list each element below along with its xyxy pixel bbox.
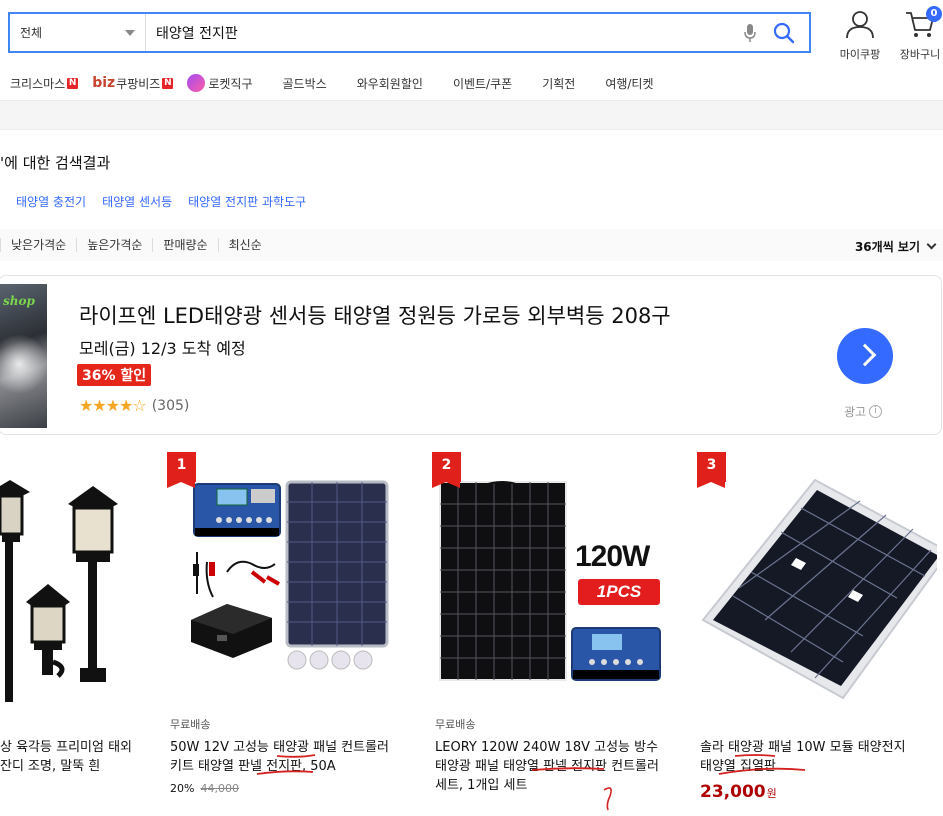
power-label: 120W xyxy=(575,540,650,573)
nav-item-events[interactable]: 이벤트/쿠폰 xyxy=(453,75,512,92)
sort-sales[interactable]: 판매량순 xyxy=(152,238,217,252)
rocket-icon xyxy=(187,74,206,92)
original-price: 44,000 xyxy=(200,782,239,795)
ad-label-text: 광고 xyxy=(844,405,867,419)
chevron-down-icon xyxy=(125,29,135,36)
product-price: 23,000원 xyxy=(700,782,777,802)
nav-item-label: 이벤트/쿠폰 xyxy=(452,76,513,91)
star-rating-icon: ★★★★☆ xyxy=(79,396,147,415)
product-image[interactable]: 120W 1PCS xyxy=(432,452,672,702)
nav-item-label: 여행/티켓 xyxy=(605,76,654,91)
sort-bar: 낮은가격순 높은가격순 판매량순 최신순 36개씩 보기 xyxy=(0,229,943,261)
nav-item-wow-discount[interactable]: 와우회원할인 xyxy=(357,75,423,92)
ad-label: 광고 i xyxy=(844,403,883,420)
free-shipping-label: 무료배송 xyxy=(170,718,211,731)
nav-item-label: 쿠팡비즈 xyxy=(116,76,161,91)
sort-low-price[interactable]: 낮은가격순 xyxy=(0,238,76,252)
ad-delivery: 모레(금) 12/3 도착 예정 xyxy=(79,339,246,358)
new-badge: N xyxy=(67,77,79,89)
product-card[interactable]: 3 솔라 태양광 패널 10W 모듈 태양전지 태양열 집열판 23,000원 xyxy=(697,452,943,816)
related-searches: 태양열 충전기 태양열 센서등 태양열 전지판 과학도구 xyxy=(16,193,322,210)
pcs-badge: 1PCS xyxy=(578,579,660,605)
category-select-value: 전체 xyxy=(20,26,43,40)
discount-rate: 20% xyxy=(170,782,195,795)
category-nav: 크리스마스 N biz 쿠팡비즈 N 로켓직구 골드박스 와우회원할인 이벤트/… xyxy=(0,70,654,96)
my-coupang-label: 마이쿠팡 xyxy=(839,48,881,61)
ad-banner[interactable]: shop 라이프엔 LED태양광 센서등 태양열 정원등 가로등 외부벽등 20… xyxy=(0,275,942,435)
related-search-link[interactable]: 태양열 센서등 xyxy=(102,193,172,210)
search-input[interactable]: 태양열 전지판 xyxy=(146,23,741,43)
product-card[interactable]: 1 무료배송 50W 12V 고성능 태양광 패널 컨트롤러 키트 태양열 판넬… xyxy=(167,452,417,816)
related-search-link[interactable]: 태양열 전지판 과학도구 xyxy=(188,193,306,210)
ad-rating: ★★★★☆ (305) xyxy=(79,396,189,415)
sort-newest[interactable]: 최신순 xyxy=(217,238,272,252)
sale-price: 23,000 xyxy=(700,782,766,802)
nav-item-goldbox[interactable]: 골드박스 xyxy=(283,75,327,92)
nav-item-label: 기획전 xyxy=(542,76,576,91)
rank-badge: 1 xyxy=(167,452,196,488)
info-icon[interactable]: i xyxy=(869,405,883,418)
microphone-icon[interactable] xyxy=(741,22,759,44)
chevron-down-icon xyxy=(926,239,937,250)
ad-discount-badge: 36% 할인 xyxy=(77,364,152,386)
ad-product-image[interactable]: shop xyxy=(0,284,47,428)
nav-item-christmas[interactable]: 크리스마스 N xyxy=(10,75,79,92)
nav-item-travel[interactable]: 여행/티켓 xyxy=(605,75,653,92)
product-image[interactable] xyxy=(0,452,140,702)
rank-badge: 3 xyxy=(697,452,726,488)
user-icon xyxy=(846,11,874,39)
sort-high-price[interactable]: 높은가격순 xyxy=(76,238,152,252)
rank-badge: 2 xyxy=(432,452,461,488)
next-arrow-button[interactable] xyxy=(837,328,893,384)
biz-logo: biz xyxy=(92,75,116,91)
nav-item-label: 와우회원할인 xyxy=(356,76,423,91)
rating-count: (305) xyxy=(151,397,190,414)
nav-item-label: 골드박스 xyxy=(282,76,327,91)
product-name[interactable]: 상 육각등 프리미엄 태외 잔디 조명, 말뚝 흰 xyxy=(0,738,140,776)
cart-label: 장바구니 xyxy=(899,48,941,61)
cart-button[interactable]: 0 장바구니 xyxy=(898,6,942,62)
product-name[interactable]: LEORY 120W 240W 18V 고성능 방수 태양광 패널 태양열 판넬… xyxy=(435,738,667,795)
per-page-select[interactable]: 36개씩 보기 xyxy=(854,238,937,255)
nav-item-exhibitions[interactable]: 기획전 xyxy=(542,75,575,92)
product-price: 20% 44,000 xyxy=(170,782,239,795)
nav-item-label: 로켓직구 xyxy=(208,76,253,91)
ad-image-logo-text: shop xyxy=(3,294,35,308)
search-bar: 전체 태양열 전지판 xyxy=(8,12,811,53)
nav-item-coupang-biz[interactable]: biz 쿠팡비즈 N xyxy=(92,75,174,92)
my-coupang-button[interactable]: 마이쿠팡 xyxy=(832,8,888,62)
search-icon[interactable] xyxy=(773,22,795,44)
related-search-link[interactable]: 태양열 충전기 xyxy=(16,193,86,210)
product-image[interactable] xyxy=(697,452,937,702)
product-card[interactable]: 2 120W 1PCS 무료배송 LEORY 120W 240W 18V 고성능… xyxy=(432,452,682,816)
free-shipping-label: 무료배송 xyxy=(435,718,476,731)
search-result-title: '에 대한 검색결과 xyxy=(0,154,111,172)
cart-count-badge: 0 xyxy=(926,6,942,22)
product-name[interactable]: 50W 12V 고성능 태양광 패널 컨트롤러 키트 태양열 판넬 전지판, 5… xyxy=(170,738,402,776)
breadcrumb-band xyxy=(0,100,943,130)
category-select[interactable]: 전체 xyxy=(10,14,146,51)
nav-item-label: 크리스마스 xyxy=(10,76,66,91)
per-page-label: 36개씩 보기 xyxy=(854,240,920,254)
product-image[interactable] xyxy=(167,452,407,702)
new-badge: N xyxy=(162,77,174,89)
nav-item-rocket-direct[interactable]: 로켓직구 xyxy=(187,74,253,92)
product-name[interactable]: 솔라 태양광 패널 10W 모듈 태양전지 태양열 집열판 xyxy=(700,738,932,776)
currency-unit: 원 xyxy=(766,787,777,800)
ad-title[interactable]: 라이프엔 LED태양광 센서등 태양열 정원등 가로등 외부벽등 208구 xyxy=(79,300,671,330)
